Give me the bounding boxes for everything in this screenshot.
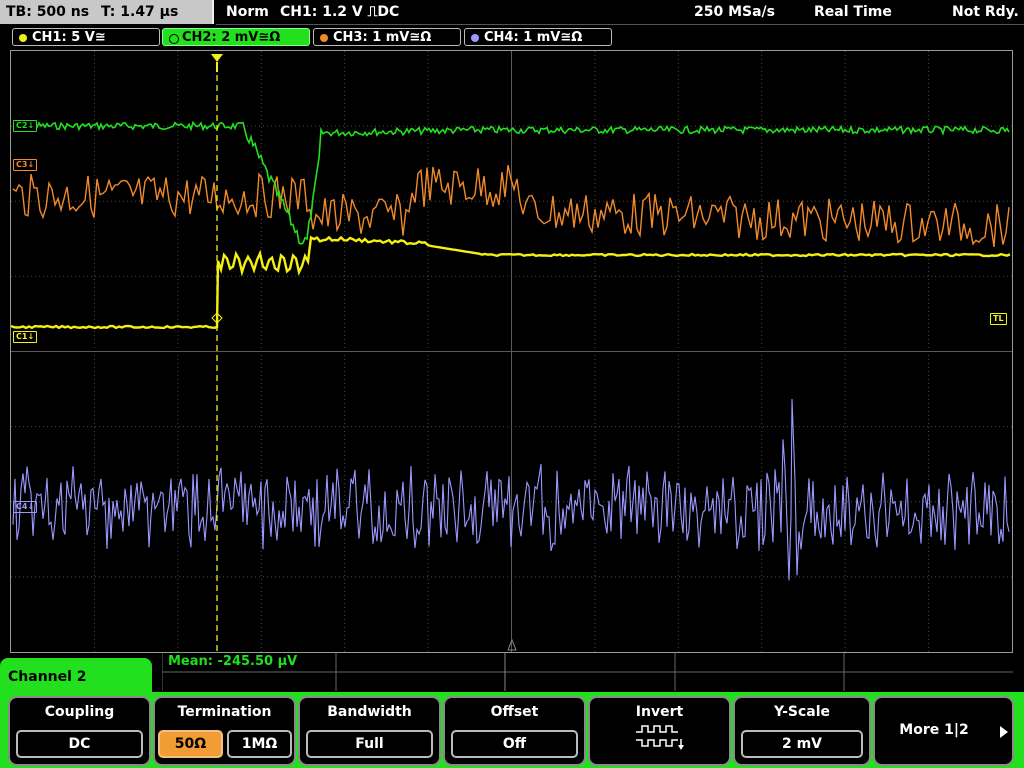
tab-ch3[interactable]: CH3: 1 mV≅Ω [313, 28, 461, 46]
ch2-ground-marker[interactable]: C2↓ [13, 120, 38, 132]
termination-1mohm-option[interactable]: 1MΩ [227, 730, 292, 758]
offset-softkey[interactable]: Offset Off [443, 696, 586, 766]
status-bar: TB: 500 ns T: 1.47 µs Norm CH1: 1.2 V ⎍D… [0, 0, 1024, 26]
ch1-waveform [11, 235, 1011, 330]
offset-value[interactable]: Off [451, 730, 578, 758]
trigger-info: CH1: 1.2 V ⎍DC [280, 4, 400, 20]
bandwidth-title: Bandwidth [327, 704, 412, 720]
more-softkey[interactable]: More 1|2 [873, 696, 1014, 766]
arrow-right-icon [1000, 726, 1008, 738]
tab-ch3-label: CH3: 1 mV≅Ω [333, 30, 432, 45]
ch4-ground-marker[interactable]: C4↓ [13, 501, 38, 513]
ch2-color-dot [169, 34, 179, 44]
trigger-position-marker[interactable] [211, 54, 223, 72]
yscale-title: Y-Scale [773, 704, 830, 720]
bandwidth-value[interactable]: Full [306, 730, 433, 758]
termination-softkey[interactable]: Termination 50Ω 1MΩ [153, 696, 296, 766]
ch1-ground-marker[interactable]: C1↓ [13, 331, 38, 343]
yscale-value[interactable]: 2 mV [741, 730, 863, 758]
termination-title: Termination [177, 704, 272, 720]
coupling-softkey[interactable]: Coupling DC [8, 696, 151, 766]
trigger-level-marker[interactable]: TL [990, 313, 1007, 325]
ch3-ground-marker[interactable]: C3↓ [13, 159, 38, 171]
invert-title: Invert [635, 704, 684, 720]
acquisition-mode: Real Time [814, 4, 892, 20]
invert-softkey[interactable]: Invert [588, 696, 731, 766]
more-label: More 1|2 [899, 722, 969, 738]
tab-ch2-label: CH2: 2 mV≅Ω [182, 30, 281, 45]
mean-measurement: Mean: -245.50 µV [168, 654, 298, 669]
measurement-panel: Mean: -245.50 µV [162, 653, 1013, 691]
graticule [11, 51, 1012, 652]
tab-ch4[interactable]: CH4: 1 mV≅Ω [464, 28, 612, 46]
invert-waveform-icon [636, 725, 684, 750]
yscale-softkey[interactable]: Y-Scale 2 mV [733, 696, 871, 766]
waveform-display[interactable]: C2↓ C3↓ C1↓ C4↓ TL [10, 50, 1013, 653]
coupling-title: Coupling [44, 704, 115, 720]
menu-title: Channel 2 [8, 669, 87, 685]
bandwidth-softkey[interactable]: Bandwidth Full [298, 696, 441, 766]
offset-title: Offset [490, 704, 539, 720]
tab-ch2[interactable]: CH2: 2 mV≅Ω [162, 28, 310, 46]
tab-ch4-label: CH4: 1 mV≅Ω [484, 30, 583, 45]
tab-ch1-label: CH1: 5 V≅ [32, 30, 106, 45]
trigger-state: Not Rdy. [952, 4, 1019, 20]
ch4-color-dot [471, 34, 479, 42]
coupling-value[interactable]: DC [16, 730, 143, 758]
tab-ch1[interactable]: CH1: 5 V≅ [12, 28, 160, 46]
sample-rate: 250 MSa/s [694, 4, 776, 20]
trigger-time-readout: T: 1.47 µs [101, 4, 179, 20]
status-divider [216, 24, 1024, 25]
waveform-canvas [11, 51, 1012, 652]
trigger-mode: Norm [226, 4, 269, 20]
menu-title-tab: Channel 2 [0, 658, 152, 698]
ch1-color-dot [19, 34, 27, 42]
timebase-box[interactable]: TB: 500 ns T: 1.47 µs [0, 0, 214, 24]
termination-50ohm-option[interactable]: 50Ω [158, 730, 223, 758]
ch3-color-dot [320, 34, 328, 42]
timebase-readout: TB: 500 ns [6, 4, 90, 20]
